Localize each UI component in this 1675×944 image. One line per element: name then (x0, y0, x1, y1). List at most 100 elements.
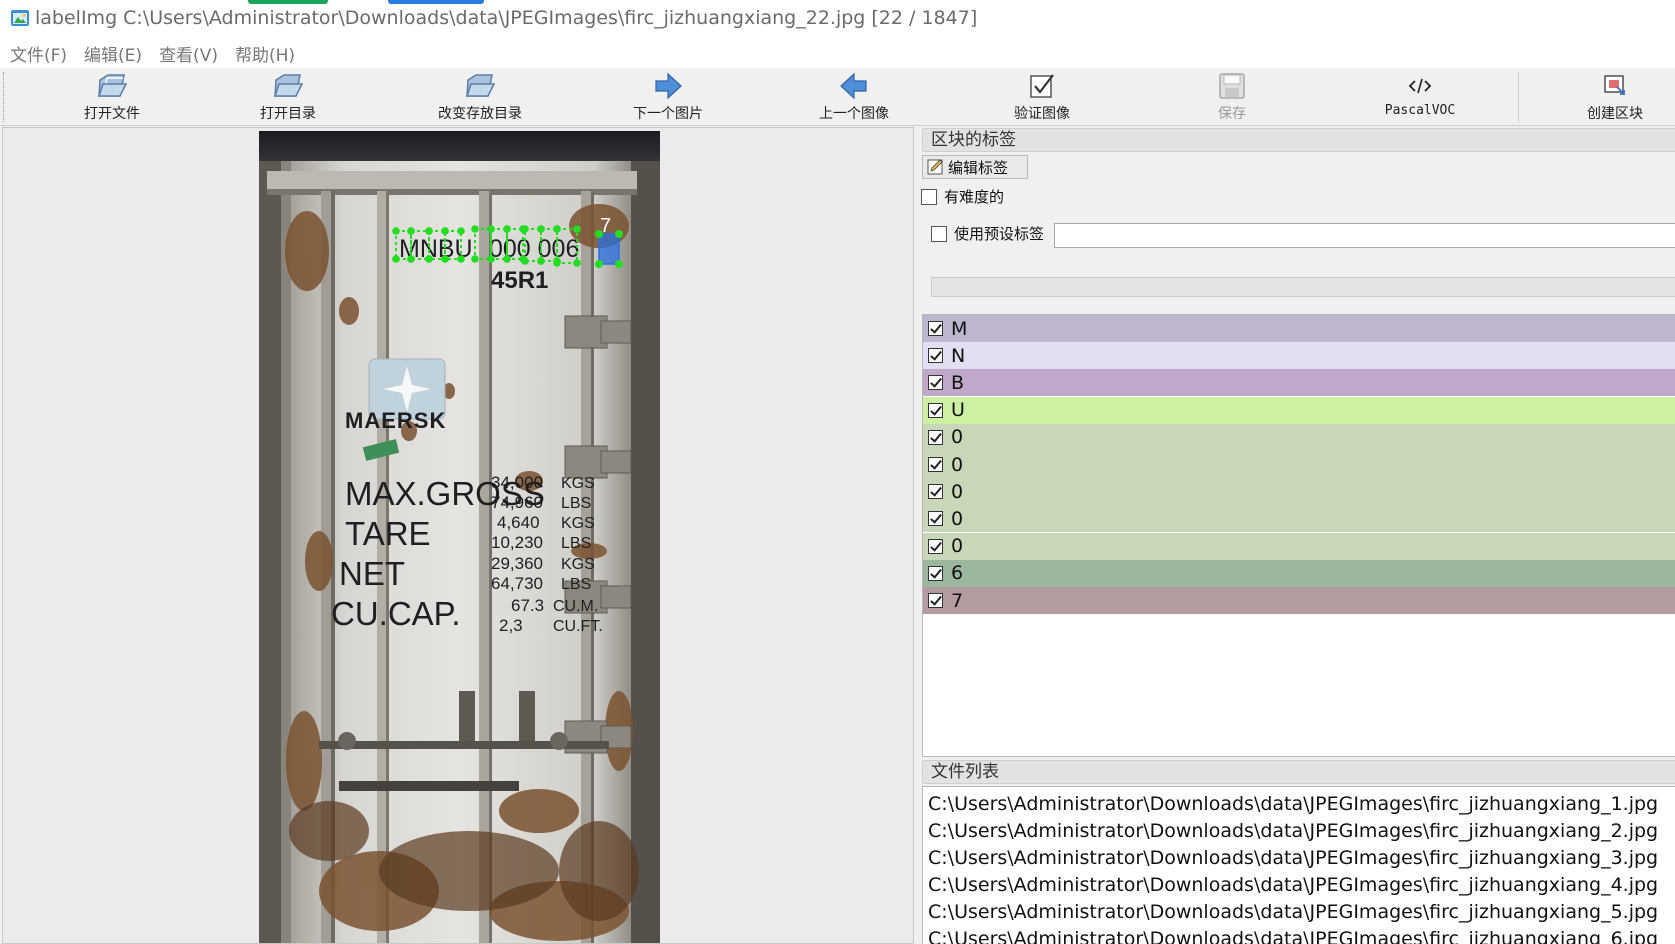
file-list[interactable]: C:\Users\Administrator\Downloads\data\JP… (922, 786, 1675, 944)
label-list-item[interactable]: 0 (923, 423, 1675, 451)
annotation-vertex[interactable] (573, 225, 581, 233)
photo-brand: MAERSK (345, 408, 446, 433)
photo-row0-u0: KGS (561, 475, 595, 492)
annotation-vertex[interactable] (521, 257, 529, 265)
label-visible-checkbox[interactable] (928, 565, 943, 581)
format-pascalvoc-button[interactable]: PascalVOC (1370, 68, 1470, 126)
file-list-item[interactable]: C:\Users\Administrator\Downloads\data\JP… (928, 793, 1658, 820)
annotation-vertex[interactable] (553, 225, 561, 233)
annotation-vertex[interactable] (441, 227, 449, 235)
save-button[interactable]: 保存 (1182, 68, 1282, 126)
next-image-button[interactable]: 下一个图片 (618, 68, 718, 126)
use-default-label-row[interactable]: 使用预设标签 (931, 223, 1044, 244)
photo-row3-v1: 2,3 (499, 616, 523, 635)
photo-row1-u1: LBS (561, 535, 591, 552)
annotation-vertex[interactable] (425, 255, 433, 263)
annotation-vertex[interactable] (503, 255, 511, 263)
difficult-checkbox[interactable] (921, 188, 937, 205)
label-list-item[interactable]: N (923, 342, 1675, 370)
menu-view[interactable]: 查看(V) (159, 41, 218, 66)
prev-image-label: 上一个图像 (819, 106, 889, 122)
selected-annotation-label: 7 (600, 215, 611, 237)
annotation-vertex[interactable] (471, 255, 479, 263)
label-list-item[interactable]: 0 (923, 505, 1675, 533)
annotation-vertex[interactable] (471, 225, 479, 233)
label-visible-checkbox[interactable] (928, 429, 943, 445)
verify-image-button[interactable]: 验证图像 (992, 68, 1092, 126)
file-list-item[interactable]: C:\Users\Administrator\Downloads\data\JP… (928, 928, 1658, 944)
annotation-vertex[interactable] (553, 259, 561, 267)
label-visible-checkbox[interactable] (928, 375, 943, 391)
label-visible-checkbox[interactable] (928, 484, 943, 500)
label-list-item[interactable]: U (923, 396, 1675, 424)
annotation-vertex[interactable] (537, 225, 545, 233)
menu-file[interactable]: 文件(F) (10, 41, 67, 66)
label-list-item[interactable]: 0 (923, 478, 1675, 506)
annotation-vertex[interactable] (441, 255, 449, 263)
label-list-item-text: 0 (951, 480, 964, 503)
label-combo-strip[interactable] (931, 277, 1675, 297)
selected-annotation-box[interactable] (598, 233, 620, 265)
label-list-item[interactable]: M (923, 315, 1675, 342)
save-icon (1215, 70, 1249, 102)
toolbar-grip[interactable] (3, 72, 6, 122)
label-list-item[interactable]: 0 (923, 532, 1675, 560)
file-list-item[interactable]: C:\Users\Administrator\Downloads\data\JP… (928, 901, 1658, 928)
annotation-vertex[interactable] (407, 255, 415, 263)
annotation-vertex[interactable] (392, 255, 400, 263)
file-list-item[interactable]: C:\Users\Administrator\Downloads\data\JP… (928, 847, 1658, 874)
label-list-item[interactable]: 6 (923, 559, 1675, 587)
right-dock: 区块的标签 编辑标签 有难度的 使用预设标签 MNBU0000067 文件列表 … (918, 127, 1675, 944)
annotation-vertex[interactable] (487, 255, 495, 263)
image-canvas[interactable]: MNBU 000 006 45R1 MAERSK MAX.GROSS TARE … (2, 127, 914, 944)
use-default-label-checkbox[interactable] (931, 225, 947, 242)
create-rect-button[interactable]: 创建区块 (1565, 68, 1665, 126)
selected-box-handle-br[interactable] (615, 260, 623, 268)
annotation-vertex[interactable] (407, 227, 415, 235)
photo-row-name-1: TARE (345, 515, 431, 552)
menu-bar: 文件(F) 编辑(E) 查看(V) 帮助(H) (0, 38, 1675, 68)
menu-help[interactable]: 帮助(H) (235, 41, 295, 66)
selected-box-handle-bl[interactable] (595, 260, 603, 268)
label-list-item[interactable]: 0 (923, 451, 1675, 478)
file-list-item[interactable]: C:\Users\Administrator\Downloads\data\JP… (928, 820, 1658, 847)
label-list-item-text: N (951, 344, 966, 367)
label-visible-checkbox[interactable] (928, 511, 943, 527)
label-list-item-text: M (951, 317, 968, 340)
menu-edit[interactable]: 编辑(E) (84, 41, 142, 66)
create-rect-icon (1598, 70, 1632, 102)
open-file-label: 打开文件 (84, 106, 140, 122)
label-list-item[interactable]: 7 (923, 587, 1675, 614)
file-list-item[interactable]: C:\Users\Administrator\Downloads\data\JP… (928, 874, 1658, 901)
label-visible-checkbox[interactable] (928, 348, 943, 364)
annotation-vertex[interactable] (457, 227, 465, 235)
annotation-vertex[interactable] (457, 255, 465, 263)
label-visible-checkbox[interactable] (928, 457, 943, 472)
save-label: 保存 (1218, 106, 1246, 122)
box-label-list[interactable]: MNBU 0 0 0 0 0 6 7 (922, 314, 1675, 757)
open-dir-button[interactable]: 打开目录 (238, 68, 338, 126)
change-save-dir-button[interactable]: 改变存放目录 (420, 68, 540, 126)
annotation-vertex[interactable] (487, 225, 495, 233)
label-list-item[interactable]: B (923, 369, 1675, 397)
annotation-vertex[interactable] (537, 257, 545, 265)
open-file-button[interactable]: 打开文件 (62, 68, 162, 126)
open-dir-icon (271, 70, 305, 102)
label-visible-checkbox[interactable] (928, 402, 943, 418)
open-dir-label: 打开目录 (260, 106, 316, 122)
photo-row3-u1: CU.FT. (553, 618, 603, 635)
annotation-vertex[interactable] (573, 259, 581, 267)
label-visible-checkbox[interactable] (928, 321, 943, 336)
default-label-input[interactable] (1054, 223, 1675, 248)
label-visible-checkbox[interactable] (928, 593, 943, 608)
prev-image-button[interactable]: 上一个图像 (804, 68, 904, 126)
annotation-vertex[interactable] (503, 225, 511, 233)
label-visible-checkbox[interactable] (928, 538, 943, 554)
difficult-checkbox-row[interactable]: 有难度的 (921, 186, 1004, 207)
selected-box-handle-tr[interactable] (615, 230, 623, 238)
annotation-vertex[interactable] (392, 227, 400, 235)
annotation-vertex[interactable] (425, 227, 433, 235)
edit-label-button[interactable]: 编辑标签 (922, 155, 1028, 179)
annotation-vertex[interactable] (521, 225, 529, 233)
container-photo[interactable]: MNBU 000 006 45R1 MAERSK MAX.GROSS TARE … (259, 131, 660, 944)
